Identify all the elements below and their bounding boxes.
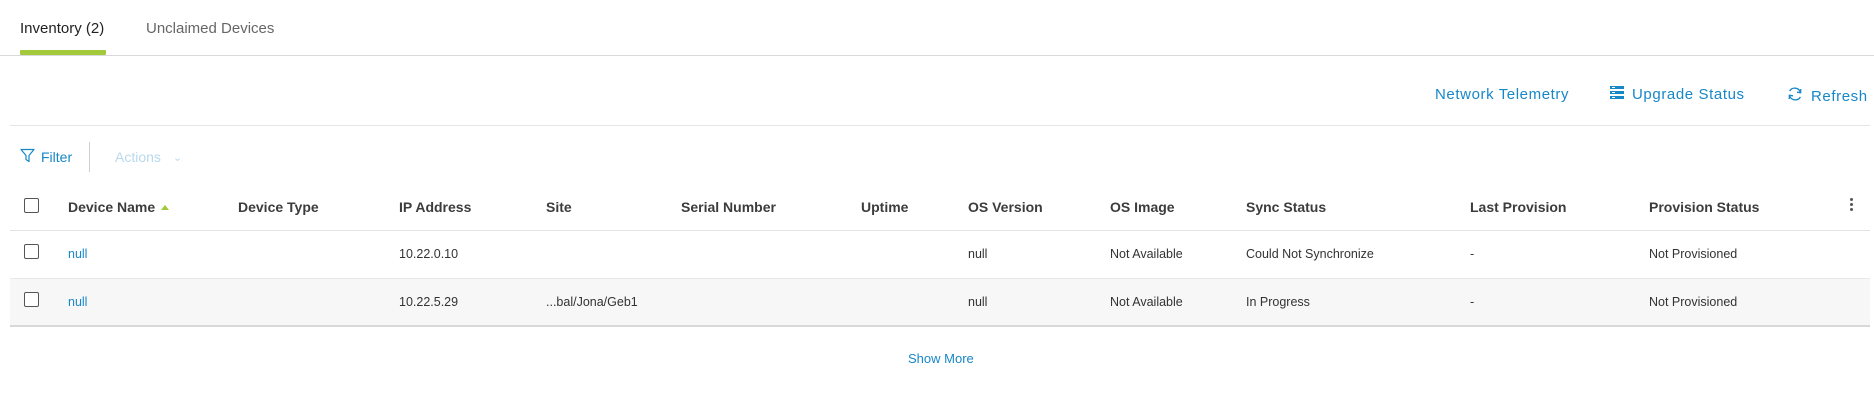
upgrade-status-icon <box>1610 86 1632 103</box>
select-all-checkbox[interactable] <box>24 198 39 213</box>
column-header-last-provision[interactable]: Last Provision <box>1470 199 1566 215</box>
filter-label: Filter <box>41 149 73 165</box>
column-header-ip-address[interactable]: IP Address <box>399 199 471 215</box>
provision-status-cell: Not Provisioned <box>1649 295 1738 309</box>
tab-inventory[interactable]: Inventory (2) <box>20 19 104 39</box>
ip-address-cell: 10.22.5.29 <box>399 295 459 309</box>
filter-bar: Filter Actions ⌄ <box>0 126 1874 190</box>
tab-bar: Inventory (2) Unclaimed Devices <box>0 0 1874 56</box>
column-header-provision-status[interactable]: Provision Status <box>1649 199 1759 215</box>
provision-status-cell: Not Provisioned <box>1649 247 1738 261</box>
upgrade-status-label: Upgrade Status <box>1632 86 1745 103</box>
column-header-device-name[interactable]: Device Name <box>68 199 170 215</box>
last-provision-cell: - <box>1470 295 1475 309</box>
actions-label: Actions <box>115 149 161 165</box>
column-header-os-version[interactable]: OS Version <box>968 199 1043 215</box>
os-version-cell: null <box>968 295 988 309</box>
refresh-icon <box>1787 86 1811 106</box>
column-header-serial-number[interactable]: Serial Number <box>681 199 776 215</box>
filter-icon <box>20 148 41 166</box>
site-cell: ...bal/Jona/Geb1 <box>546 295 638 309</box>
sync-status-cell: In Progress <box>1246 295 1310 309</box>
table-row: null 10.22.0.10 null Not Available Could… <box>10 231 1870 279</box>
active-tab-indicator <box>20 50 106 55</box>
network-telemetry-label: Network Telemetry <box>1435 86 1570 103</box>
tab-unclaimed-devices[interactable]: Unclaimed Devices <box>146 19 274 39</box>
table-row: null 10.22.5.29 ...bal/Jona/Geb1 null No… <box>10 279 1870 327</box>
os-version-cell: null <box>968 247 988 261</box>
filter-separator <box>89 142 90 172</box>
upgrade-status-link[interactable]: Upgrade Status <box>1610 86 1745 103</box>
device-name-link[interactable]: null <box>68 247 87 261</box>
sync-status-cell: Could Not Synchronize <box>1246 247 1374 261</box>
chevron-down-icon: ⌄ <box>172 151 183 164</box>
top-toolbar: Network Telemetry Upgrade Status Refresh <box>0 56 1874 126</box>
os-image-cell: Not Available <box>1110 295 1183 309</box>
kebab-menu-icon[interactable] <box>1850 198 1854 214</box>
device-name-link[interactable]: null <box>68 295 87 309</box>
column-header-site[interactable]: Site <box>546 199 572 215</box>
sort-asc-icon <box>161 204 170 210</box>
actions-dropdown[interactable]: Actions ⌄ <box>115 149 182 165</box>
column-header-uptime[interactable]: Uptime <box>861 199 908 215</box>
column-header-sync-status[interactable]: Sync Status <box>1246 199 1326 215</box>
refresh-label: Refresh <box>1811 87 1868 105</box>
row-checkbox[interactable] <box>24 244 39 259</box>
ip-address-cell: 10.22.0.10 <box>399 247 459 261</box>
filter-button[interactable]: Filter <box>20 148 72 166</box>
os-image-cell: Not Available <box>1110 247 1183 261</box>
column-header-device-type[interactable]: Device Type <box>238 199 319 215</box>
column-header-label: Device Name <box>68 199 156 215</box>
row-checkbox[interactable] <box>24 292 39 307</box>
show-more-link[interactable]: Show More <box>908 351 974 366</box>
network-telemetry-link[interactable]: Network Telemetry <box>1435 86 1569 103</box>
table-header: Device Name Device Type IP Address Site … <box>10 190 1870 231</box>
refresh-link[interactable]: Refresh <box>1787 86 1868 106</box>
column-header-os-image[interactable]: OS Image <box>1110 199 1175 215</box>
last-provision-cell: - <box>1470 247 1475 261</box>
